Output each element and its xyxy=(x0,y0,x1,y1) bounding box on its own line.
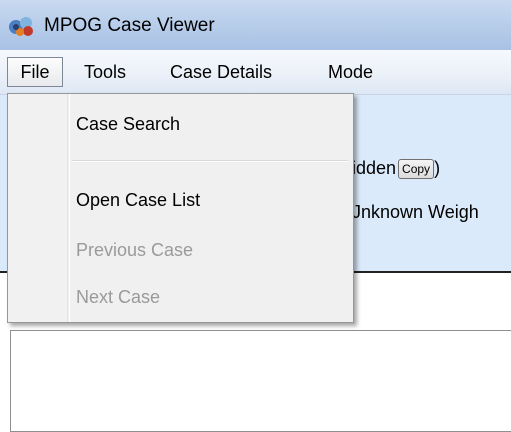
menu-gutter-divider xyxy=(69,94,70,322)
case-content-area[interactable] xyxy=(10,330,511,432)
menu-mode[interactable]: Mode xyxy=(328,59,373,85)
menu-case-details[interactable]: Case Details xyxy=(170,59,272,85)
menu-item-next-case[interactable]: Next Case xyxy=(76,287,160,308)
case-info-text-1: idden xyxy=(352,158,397,178)
menu-icon-gutter xyxy=(8,94,68,322)
menu-item-previous-case[interactable]: Previous Case xyxy=(76,240,193,261)
menu-file[interactable]: File xyxy=(7,57,63,87)
menu-item-open-case-list[interactable]: Open Case List xyxy=(76,190,200,211)
app-icon xyxy=(9,17,33,36)
case-info-line-1: idden Copy) xyxy=(352,158,441,180)
case-info-line-2: Jnknown Weigh xyxy=(352,202,479,222)
menu-separator xyxy=(72,160,348,162)
menu-item-case-search[interactable]: Case Search xyxy=(76,114,180,135)
title-bar[interactable]: MPOG Case Viewer xyxy=(0,0,511,50)
window-title: MPOG Case Viewer xyxy=(44,15,215,36)
menu-tools[interactable]: Tools xyxy=(84,59,126,85)
file-menu-dropdown: Case Search Open Case List Previous Case… xyxy=(7,93,354,323)
case-info-suffix: ) xyxy=(434,158,441,178)
copy-button[interactable]: Copy xyxy=(398,159,435,180)
menu-bar: File Tools Case Details Mode xyxy=(0,50,511,95)
